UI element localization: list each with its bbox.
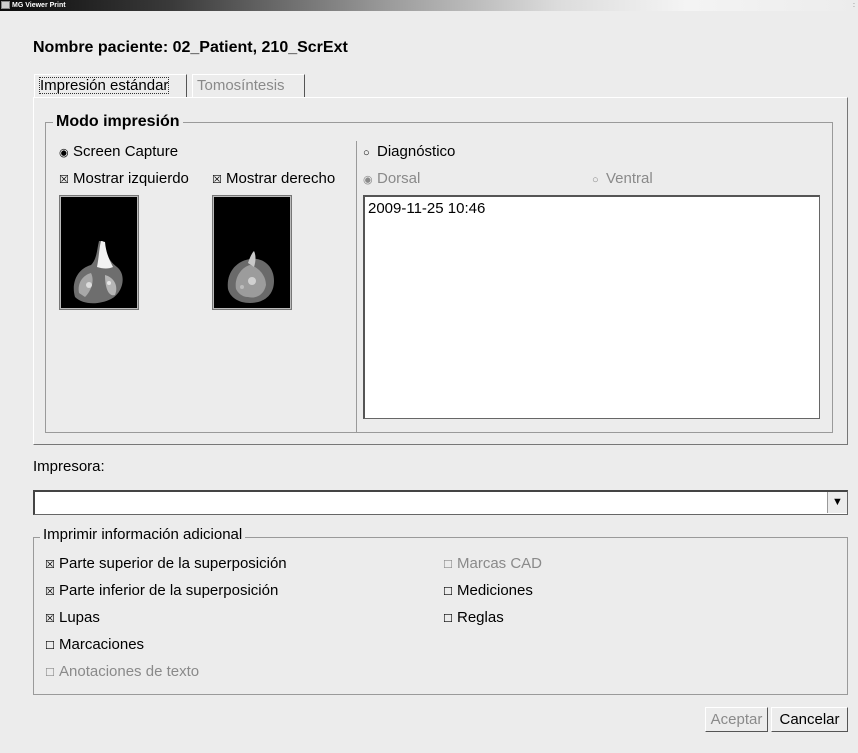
checkbox-unchecked-icon: ☐ <box>443 559 453 571</box>
radio-selected-icon: ◉ <box>59 147 69 159</box>
tab-standard-print[interactable]: Impresión estándar <box>34 74 187 97</box>
radio-selected-icon: ◉ <box>363 174 373 186</box>
tab-tomosynthesis[interactable]: Tomosíntesis <box>192 74 305 97</box>
checkbox-unchecked-icon: ☐ <box>45 667 55 679</box>
dorsal-radio[interactable]: ◉ Dorsal <box>363 170 420 189</box>
option-rulers-checkbox[interactable]: ☐ Reglas <box>443 609 504 628</box>
left-breast-image <box>61 197 137 308</box>
print-mode-divider <box>356 141 357 433</box>
option-label: Anotaciones de texto <box>59 663 200 680</box>
option-measurements-checkbox[interactable]: ☐ Mediciones <box>443 582 533 601</box>
ventral-label: Ventral <box>606 170 653 187</box>
print-mode-legend: Modo impresión <box>53 113 183 131</box>
right-breast-image <box>214 197 290 308</box>
show-right-checkbox[interactable]: ☒ Mostrar derecho <box>212 170 335 189</box>
dropdown-arrow-icon[interactable]: ▼ <box>827 492 847 513</box>
screen-capture-radio[interactable]: ◉ Screen Capture <box>59 143 178 162</box>
option-label: Parte inferior de la superposición <box>59 582 279 599</box>
option-label: Marcas CAD <box>457 555 543 572</box>
printer-label: Impresora: <box>33 458 105 475</box>
window-corner-mark: : <box>853 2 855 9</box>
option-cad-marks-checkbox[interactable]: ☐ Marcas CAD <box>443 555 542 574</box>
right-breast-thumbnail[interactable] <box>213 196 291 309</box>
accept-button[interactable]: Aceptar <box>705 707 768 732</box>
diagnostic-label: Diagnóstico <box>377 143 456 160</box>
checkbox-checked-icon: ☒ <box>59 174 69 186</box>
checkbox-checked-icon: ☒ <box>212 174 222 186</box>
patient-title: Nombre paciente: 02_Patient, 210_ScrExt <box>33 39 348 56</box>
cancel-button[interactable]: Cancelar <box>771 707 848 732</box>
ventral-radio[interactable]: ○ Ventral <box>592 170 653 189</box>
checkbox-checked-icon: ☒ <box>45 613 55 625</box>
exam-date-list[interactable]: 2009-11-25 10:46 <box>363 195 820 419</box>
tab-standard-print-label: Impresión estándar <box>39 77 170 94</box>
show-left-checkbox[interactable]: ☒ Mostrar izquierdo <box>59 170 189 189</box>
checkbox-checked-icon: ☒ <box>45 559 55 571</box>
option-bottom-overlay-checkbox[interactable]: ☒ Parte inferior de la superposición <box>45 582 278 601</box>
option-label: Marcaciones <box>59 636 145 653</box>
show-left-label: Mostrar izquierdo <box>73 170 189 187</box>
checkbox-unchecked-icon: ☐ <box>45 640 55 652</box>
checkbox-unchecked-icon: ☐ <box>443 586 453 598</box>
option-markings-checkbox[interactable]: ☐ Marcaciones <box>45 636 144 655</box>
option-label: Reglas <box>457 609 504 626</box>
title-bar: MG Viewer Print : <box>0 0 858 11</box>
printer-select[interactable]: ▼ <box>33 490 848 515</box>
show-right-label: Mostrar derecho <box>226 170 336 187</box>
left-breast-thumbnail[interactable] <box>60 196 138 309</box>
screen-capture-label: Screen Capture <box>73 143 179 160</box>
option-label: Parte superior de la superposición <box>59 555 287 572</box>
option-magnifiers-checkbox[interactable]: ☒ Lupas <box>45 609 100 628</box>
app-icon <box>1 1 10 9</box>
window-title: MG Viewer Print <box>12 2 66 9</box>
radio-unselected-icon: ○ <box>592 174 599 186</box>
radio-unselected-icon: ○ <box>363 147 370 159</box>
additional-info-legend: Imprimir información adicional <box>40 526 246 543</box>
option-text-annotations-checkbox[interactable]: ☐ Anotaciones de texto <box>45 663 199 682</box>
option-label: Mediciones <box>457 582 533 599</box>
dorsal-label: Dorsal <box>377 170 421 187</box>
list-item[interactable]: 2009-11-25 10:46 <box>368 200 485 218</box>
checkbox-checked-icon: ☒ <box>45 586 55 598</box>
option-top-overlay-checkbox[interactable]: ☒ Parte superior de la superposición <box>45 555 287 574</box>
diagnostic-radio[interactable]: ○ Diagnóstico <box>363 143 455 162</box>
checkbox-unchecked-icon: ☐ <box>443 613 453 625</box>
option-label: Lupas <box>59 609 100 626</box>
